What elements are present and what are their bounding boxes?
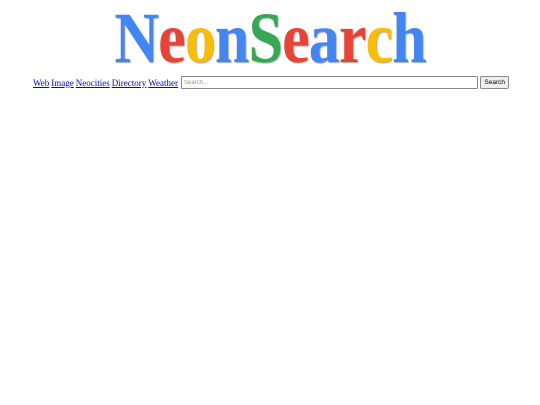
nav-link-web[interactable]: Web [33,78,49,88]
logo-letter: o [184,0,216,78]
logo-letter: c [365,0,393,78]
neonsearch-logo: NeonSearch [38,2,502,74]
logo-letter: S [248,0,283,78]
search-input[interactable] [181,76,479,89]
nav-link-directory[interactable]: Directory [112,78,146,88]
logo-letter: e [282,0,309,78]
logo-letter: e [158,0,185,78]
logo-letter: h [392,0,426,78]
nav-link-image[interactable]: Image [51,78,74,88]
search-bar-row: Web Image Neocities Directory Weather Se… [33,75,509,90]
nav-link-neocities[interactable]: Neocities [76,78,110,88]
logo-letter: r [338,0,366,78]
logo-letter: n [214,0,249,78]
logo-letter: N [114,0,159,78]
search-button[interactable]: Search [480,76,509,89]
page: NeonSearch Web Image Neocities Directory… [0,0,540,405]
nav-link-weather[interactable]: Weather [148,78,178,88]
logo-letter: a [308,0,340,78]
